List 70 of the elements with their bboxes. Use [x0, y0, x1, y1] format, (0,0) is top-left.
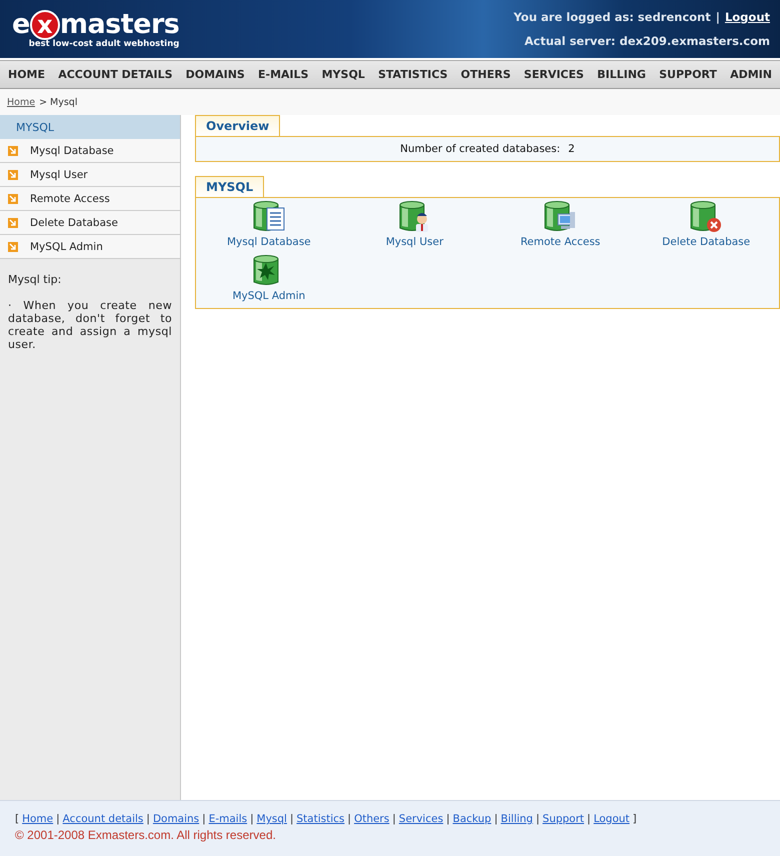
sidebar-item[interactable]: Mysql User [0, 163, 180, 187]
footer-link[interactable]: Support [542, 813, 584, 825]
sidebar-item[interactable]: Mysql Database [0, 139, 180, 163]
sidebar-title: MYSQL [0, 115, 180, 139]
footer-link[interactable]: Mysql [256, 813, 287, 825]
arrow-icon [8, 170, 18, 180]
database-document-icon [252, 200, 286, 234]
footer-link[interactable]: Logout [594, 813, 630, 825]
tool-link[interactable]: Mysql Database [196, 200, 342, 248]
logo-text: masters [60, 10, 180, 40]
separator: | [250, 813, 254, 825]
tool-link[interactable]: Delete Database [633, 200, 779, 248]
menu-item[interactable]: HOME [8, 68, 46, 81]
database-count: 2 [568, 143, 575, 155]
menu-item[interactable]: SERVICES [524, 68, 584, 81]
tool-link[interactable]: Remote Access [488, 200, 634, 248]
breadcrumb-current: > Mysql [39, 96, 78, 108]
tip-title: Mysql tip: [7, 272, 62, 286]
separator: | [56, 813, 60, 825]
arrow-icon [8, 146, 18, 156]
footer-link[interactable]: Statistics [296, 813, 345, 825]
logout-link[interactable]: Logout [724, 10, 770, 24]
sidebar-item[interactable]: MySQL Admin [0, 235, 180, 259]
database-delete-icon [689, 200, 724, 234]
sidebar-item[interactable]: Delete Database [0, 211, 180, 235]
database-count-label: Number of created databases: [400, 143, 560, 155]
login-status: You are logged as: sedrencont [514, 10, 711, 24]
footer-link[interactable]: E-mails [208, 813, 248, 825]
menu-item[interactable]: DOMAINS [186, 68, 245, 81]
footer-link[interactable]: Billing [500, 813, 533, 825]
menu-item[interactable]: MYSQL [322, 68, 365, 81]
separator: | [392, 813, 396, 825]
logo-text: e [12, 10, 30, 40]
footer-link[interactable]: Home [22, 813, 54, 825]
menu-item[interactable]: ACCOUNT DETAILS [58, 68, 173, 81]
menu-item[interactable]: ADMIN [730, 68, 772, 81]
arrow-icon [8, 242, 18, 252]
separator: | [536, 813, 540, 825]
footer-link[interactable]: Others [354, 813, 390, 825]
menu-item[interactable]: E-MAILS [258, 68, 309, 81]
arrow-icon [8, 194, 18, 204]
menu-item[interactable]: OTHERS [460, 68, 511, 81]
database-computer-icon [543, 200, 578, 234]
breadcrumb-link[interactable]: Home [7, 96, 36, 108]
footer-link[interactable]: Domains [152, 813, 200, 825]
separator: | [290, 813, 294, 825]
separator: | [146, 813, 150, 825]
separator: | [587, 813, 591, 825]
server-info: Actual server: dex209.exmasters.com [524, 34, 770, 48]
footer-link[interactable]: Services [398, 813, 444, 825]
separator: | [202, 813, 206, 825]
separator: | [494, 813, 498, 825]
logo-mark: x [30, 10, 60, 40]
tool-link[interactable]: MySQL Admin [196, 254, 342, 302]
sidebar-item[interactable]: Remote Access [0, 187, 180, 211]
footer-link[interactable]: Account details [62, 813, 144, 825]
separator: | [348, 813, 352, 825]
arrow-icon [8, 218, 18, 228]
tool-link[interactable]: Mysql User [342, 200, 488, 248]
separator: | [446, 813, 450, 825]
menu-item[interactable]: STATISTICS [378, 68, 448, 81]
logo-tagline: best low-cost adult webhosting [28, 38, 180, 48]
menu-item[interactable]: SUPPORT [659, 68, 717, 81]
bracket: [ [15, 813, 20, 825]
bracket: ] [632, 813, 637, 825]
separator: | [716, 10, 720, 24]
menu-item[interactable]: BILLING [597, 68, 646, 81]
copyright: © 2001-2008 Exmasters.com. All rights reserved. [15, 828, 277, 842]
tip-text: · When you create new database, don't forget to create and assign a mysql user. [7, 298, 173, 351]
footer-link[interactable]: Backup [452, 813, 492, 825]
